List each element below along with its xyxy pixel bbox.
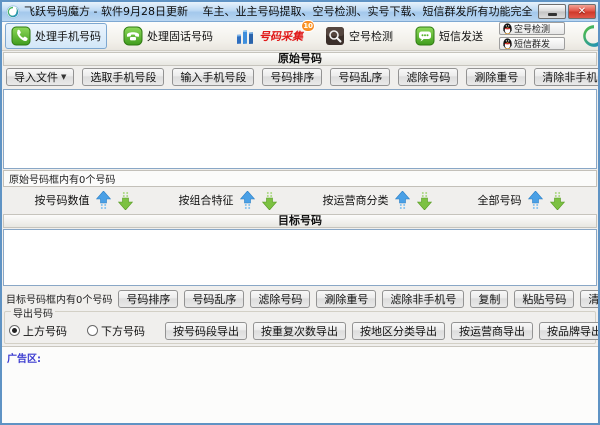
radio-icon	[87, 325, 98, 336]
export-by-repeat-count-button[interactable]: 按重复次数导出	[253, 322, 346, 340]
shuffle-numbers-button[interactable]: 号码乱序	[330, 68, 390, 86]
target-section-header: 目标号码	[3, 214, 597, 228]
target-numbers-textarea[interactable]	[3, 229, 597, 286]
sort-down-button[interactable]	[117, 190, 134, 210]
sort-up-button[interactable]	[394, 190, 411, 210]
sorter-by-combination: 按组合特征	[179, 190, 278, 210]
ad-area-label: 广告区:	[7, 350, 41, 365]
toolbar-item-label: 处理固话号码	[147, 28, 213, 44]
minimize-icon	[548, 13, 557, 16]
bar-chart-icon	[235, 26, 255, 46]
ad-area: 广告区:	[2, 346, 598, 423]
remove-non-mobile-button[interactable]: 清除非手机号	[534, 68, 600, 86]
sort-down-button[interactable]	[416, 190, 433, 210]
side-button-label: 短信群发	[514, 37, 550, 50]
sms-bubble-icon	[415, 26, 435, 46]
sort-down-button[interactable]	[261, 190, 278, 210]
filter-numbers-button[interactable]: 滤除号码	[250, 290, 310, 308]
toolbar-item-label: 短信发送	[439, 28, 483, 44]
toolbar-item-empty-number-check[interactable]: 空号检测	[319, 23, 399, 49]
close-button[interactable]: ✕	[568, 4, 596, 19]
radio-icon	[9, 325, 20, 336]
filter-non-mobile-button[interactable]: 滤除非手机号	[382, 290, 464, 308]
export-group: 导出号码 上方号码 下方号码 按号码段导出 按重复次数导出 按地区分类导出 按运…	[4, 311, 596, 344]
toolbar-side-buttons: 空号检测 短信群发	[499, 22, 565, 50]
target-status-row: 目标号码框内有0个号码 号码排序 号码乱序 滤除号码 涮除重号 滤除非手机号 复…	[2, 287, 598, 310]
toolbar-item-number-collect[interactable]: 号码采集 10	[229, 23, 309, 49]
toolbar-item-label: 空号检测	[349, 28, 393, 44]
main-toolbar: 处理手机号码 处理固话号码 号码采集 10	[2, 22, 598, 51]
sort-down-button[interactable]	[549, 190, 566, 210]
export-by-region-button[interactable]: 按地区分类导出	[352, 322, 445, 340]
source-numbers-textarea[interactable]	[3, 89, 597, 169]
pick-mobile-prefix-button[interactable]: 选取手机号段	[82, 68, 164, 86]
radio-upper-numbers[interactable]: 上方号码	[9, 323, 67, 339]
dedupe-numbers-button[interactable]: 涮除重号	[466, 68, 526, 86]
filter-numbers-button[interactable]: 滤除号码	[398, 68, 458, 86]
close-icon: ✕	[578, 6, 586, 17]
qq-penguin-icon	[503, 38, 512, 49]
source-status-bar: 原始号码框内有0个号码	[3, 170, 597, 187]
sorter-label: 全部号码	[478, 192, 522, 208]
export-by-carrier-button[interactable]: 按运营商导出	[451, 322, 533, 340]
notification-badge: 10	[301, 20, 315, 32]
app-window: 飞跃号码魔方 - 软件9月28日更新 车主、业主号码提取、空号检测、实号下载、短…	[0, 0, 600, 425]
sort-numbers-button[interactable]: 号码排序	[262, 68, 322, 86]
app-logo-icon	[6, 5, 20, 19]
transfer-controls-row: 按号码数值 按组合特征 按运营商分类	[2, 187, 598, 213]
export-by-brand-button[interactable]: 按品牌导出	[539, 322, 600, 340]
clear-list-button[interactable]: 清空列表	[580, 290, 600, 308]
sorter-all-numbers: 全部号码	[478, 190, 566, 210]
dedupe-numbers-button[interactable]: 涮除重号	[316, 290, 376, 308]
window-title: 飞跃号码魔方 - 软件9月28日更新 车主、业主号码提取、空号检测、实号下载、短…	[24, 2, 534, 22]
brand-swirl-icon	[581, 23, 600, 49]
toolbar-item-process-mobile[interactable]: 处理手机号码	[5, 23, 107, 49]
paste-numbers-button[interactable]: 粘贴号码	[514, 290, 574, 308]
sort-up-button[interactable]	[95, 190, 112, 210]
source-button-row: 导入文件 ▼ 选取手机号段 输入手机号段 号码排序 号码乱序 滤除号码 涮除重号…	[2, 66, 598, 88]
export-group-label: 导出号码	[11, 310, 55, 320]
target-status-text: 目标号码框内有0个号码	[6, 291, 112, 306]
toolbar-item-sms-send[interactable]: 短信发送	[409, 23, 489, 49]
export-by-prefix-button[interactable]: 按号码段导出	[165, 322, 247, 340]
sorter-label: 按组合特征	[179, 192, 234, 208]
brand-logo: 光速号码魔方 GUANGSUHAOMAMOFANG	[575, 23, 600, 49]
sms-mass-send-qq-button[interactable]: 短信群发	[499, 37, 565, 50]
shuffle-numbers-button[interactable]: 号码乱序	[184, 290, 244, 308]
source-section-header: 原始号码	[3, 52, 597, 66]
qq-penguin-icon	[503, 23, 512, 34]
toolbar-item-process-landline[interactable]: 处理固话号码	[117, 23, 219, 49]
landline-phone-icon	[123, 26, 143, 46]
sorter-label: 按号码数值	[35, 192, 90, 208]
sorter-by-carrier: 按运营商分类	[323, 190, 433, 210]
input-mobile-prefix-button[interactable]: 输入手机号段	[172, 68, 254, 86]
toolbar-item-label: 号码采集	[259, 28, 303, 44]
arrow-up-icon	[96, 191, 111, 210]
radio-lower-numbers[interactable]: 下方号码	[87, 323, 145, 339]
sort-up-button[interactable]	[527, 190, 544, 210]
toolbar-item-label: 处理手机号码	[35, 28, 101, 44]
sorter-label: 按运营商分类	[323, 192, 389, 208]
sorter-by-number-value: 按号码数值	[35, 190, 134, 210]
side-button-label: 空号检测	[514, 22, 550, 35]
sort-numbers-button[interactable]: 号码排序	[118, 290, 178, 308]
radio-label: 上方号码	[23, 323, 67, 339]
sort-up-button[interactable]	[239, 190, 256, 210]
minimize-button[interactable]	[538, 4, 566, 19]
arrow-down-icon	[118, 191, 133, 210]
title-bar: 飞跃号码魔方 - 软件9月28日更新 车主、业主号码提取、空号检测、实号下载、短…	[2, 2, 598, 22]
dropdown-caret-icon: ▼	[61, 73, 66, 81]
radio-label: 下方号码	[101, 323, 145, 339]
import-file-button[interactable]: 导入文件 ▼	[6, 68, 74, 86]
empty-number-check-qq-button[interactable]: 空号检测	[499, 22, 565, 35]
button-label: 导入文件	[14, 69, 58, 85]
mobile-phone-icon	[11, 26, 31, 46]
magnifier-icon	[325, 26, 345, 46]
window-controls: ✕	[538, 4, 596, 19]
copy-button[interactable]: 复制	[470, 290, 508, 308]
